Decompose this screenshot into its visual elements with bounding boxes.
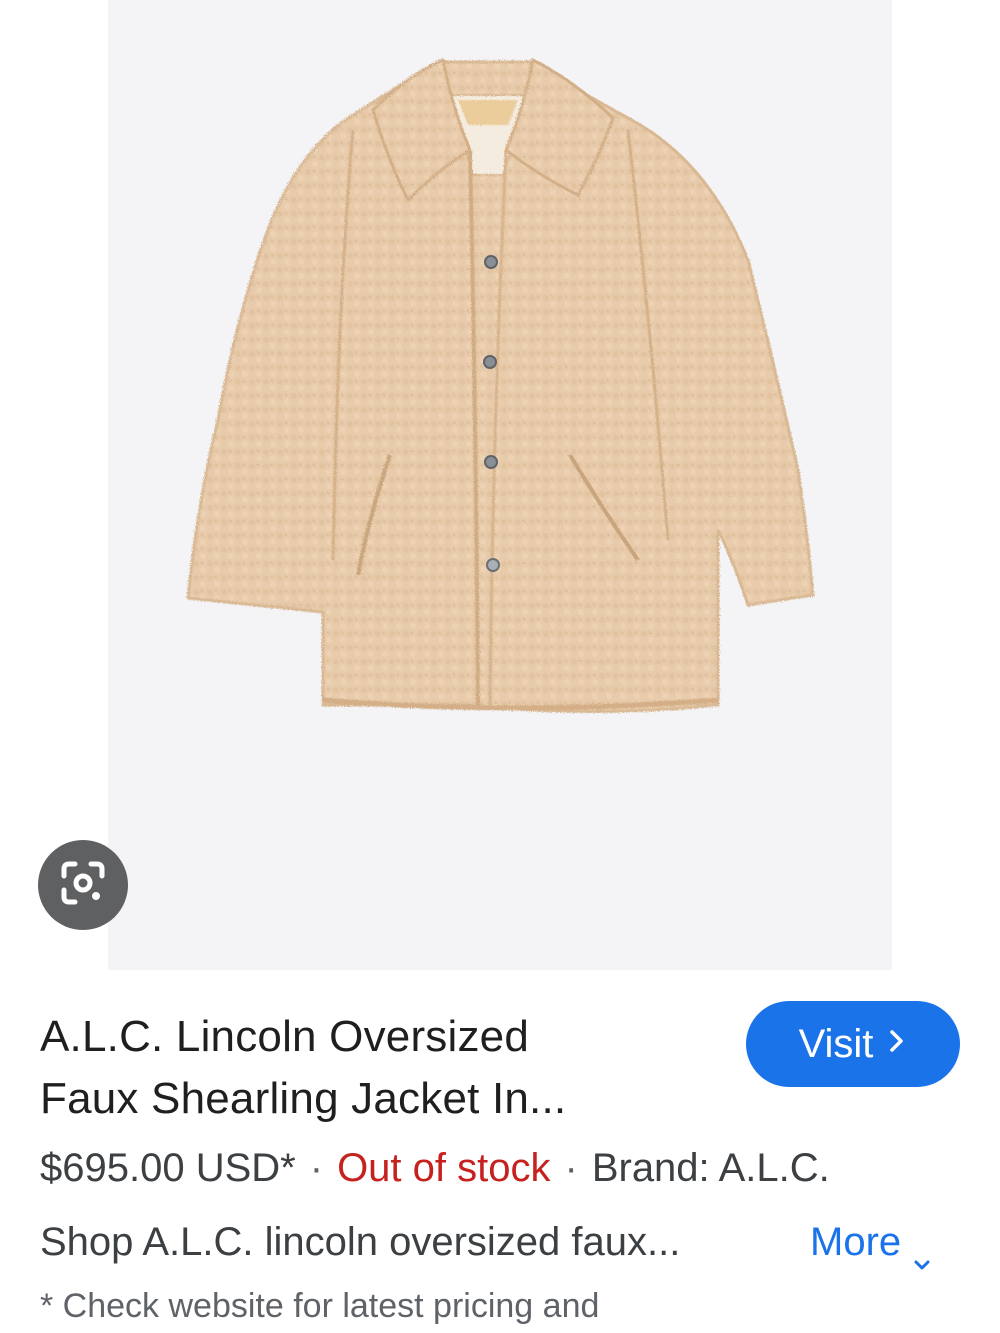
visit-button[interactable]: Visit (746, 1001, 960, 1087)
more-button[interactable]: More (810, 1214, 931, 1270)
product-image-panel[interactable] (108, 0, 892, 970)
stock-status: Out of stock (337, 1146, 551, 1190)
google-lens-icon (58, 858, 108, 913)
separator: · (564, 1146, 578, 1190)
chevron-right-icon (887, 1026, 907, 1060)
price: $695.00 USD* (40, 1146, 296, 1190)
separator: · (309, 1146, 324, 1190)
brand: Brand: A.L.C. (591, 1146, 830, 1190)
pricing-footnote: * Check website for latest pricing and (40, 1287, 600, 1325)
product-title[interactable]: A.L.C. Lincoln Oversized Faux Shearling … (40, 1006, 720, 1130)
chevron-down-icon (913, 1233, 931, 1270)
product-title-line2: Faux Shearling Jacket In... (40, 1074, 567, 1123)
more-label: More (810, 1220, 902, 1264)
product-title-line1: A.L.C. Lincoln Oversized (40, 1012, 530, 1061)
google-lens-button[interactable] (38, 840, 128, 930)
product-description: Shop A.L.C. lincoln oversized faux... (40, 1220, 681, 1264)
jacket-image (186, 57, 815, 713)
visit-label: Visit (798, 1021, 874, 1066)
product-info-card: A.L.C. Lincoln Oversized Faux Shearling … (0, 970, 1000, 1333)
price-row: $695.00 USD* · Out of stock · Brand: A.L.C. (40, 1140, 830, 1196)
product-image-area (0, 0, 1000, 970)
